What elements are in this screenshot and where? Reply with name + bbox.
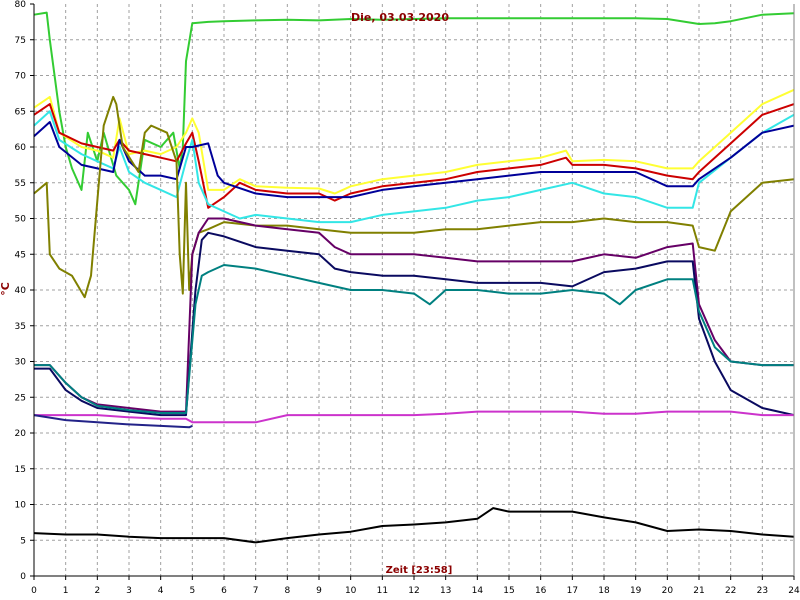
y-tick-label: 15: [15, 465, 26, 475]
x-tick-label: 11: [377, 586, 388, 596]
x-tick-label: 16: [535, 586, 547, 596]
x-tick-label: 21: [693, 586, 704, 596]
y-tick-label: 75: [15, 36, 26, 46]
x-axis-label: Zeit [23:58]: [386, 565, 453, 576]
y-tick-label: 65: [15, 107, 26, 117]
chart-background: [0, 0, 800, 600]
x-tick-label: 22: [725, 586, 736, 596]
temperature-chart: 0 1 2 3 4 5 6 7 8 9 10 11 12 13 14 15 16 17 18 19 20 21 22 23 24…: [0, 0, 800, 600]
x-tick-label: 18: [598, 586, 610, 596]
y-tick-label: 70: [15, 72, 27, 82]
x-tick-label: 3: [126, 586, 132, 596]
x-tick-label: 12: [408, 586, 419, 596]
y-tick-label: 60: [15, 143, 27, 153]
y-tick-label: 5: [20, 536, 26, 546]
y-tick-label: 40: [15, 286, 27, 296]
y-tick-label: 30: [15, 358, 27, 368]
x-tick-label: 10: [345, 586, 357, 596]
y-axis-label: °C: [0, 282, 12, 296]
x-tick-label: 19: [630, 586, 642, 596]
y-tick-label: 0: [20, 572, 26, 582]
x-tick-label: 13: [440, 586, 451, 596]
x-tick-label: 9: [316, 586, 322, 596]
y-tick-label: 45: [15, 250, 26, 260]
x-tick-label: 7: [253, 586, 259, 596]
x-tick-label: 15: [503, 586, 514, 596]
x-tick-label: 8: [284, 586, 290, 596]
y-tick-label: 20: [15, 429, 27, 439]
x-tick-label: 20: [662, 586, 674, 596]
x-tick-label: 24: [788, 586, 800, 596]
x-tick-label: 6: [221, 586, 227, 596]
x-tick-label: 14: [472, 586, 484, 596]
chart-canvas: 0 1 2 3 4 5 6 7 8 9 10 11 12 13 14 15 16 17 18 19 20 21 22 23 24…: [0, 0, 800, 600]
x-tick-label: 2: [94, 586, 100, 596]
chart-title: Die, 03.03.2020: [351, 11, 449, 24]
y-tick-label: 80: [15, 0, 27, 10]
y-tick-label: 55: [15, 179, 26, 189]
y-tick-label: 35: [15, 322, 26, 332]
y-tick-label: 25: [15, 393, 26, 403]
x-tick-label: 0: [31, 586, 37, 596]
x-tick-label: 5: [189, 586, 195, 596]
x-tick-label: 23: [757, 586, 768, 596]
y-tick-label: 50: [15, 215, 27, 225]
x-tick-label: 1: [63, 586, 69, 596]
y-tick-label: 10: [15, 501, 27, 511]
x-tick-label: 17: [567, 586, 578, 596]
x-tick-label: 4: [158, 586, 164, 596]
